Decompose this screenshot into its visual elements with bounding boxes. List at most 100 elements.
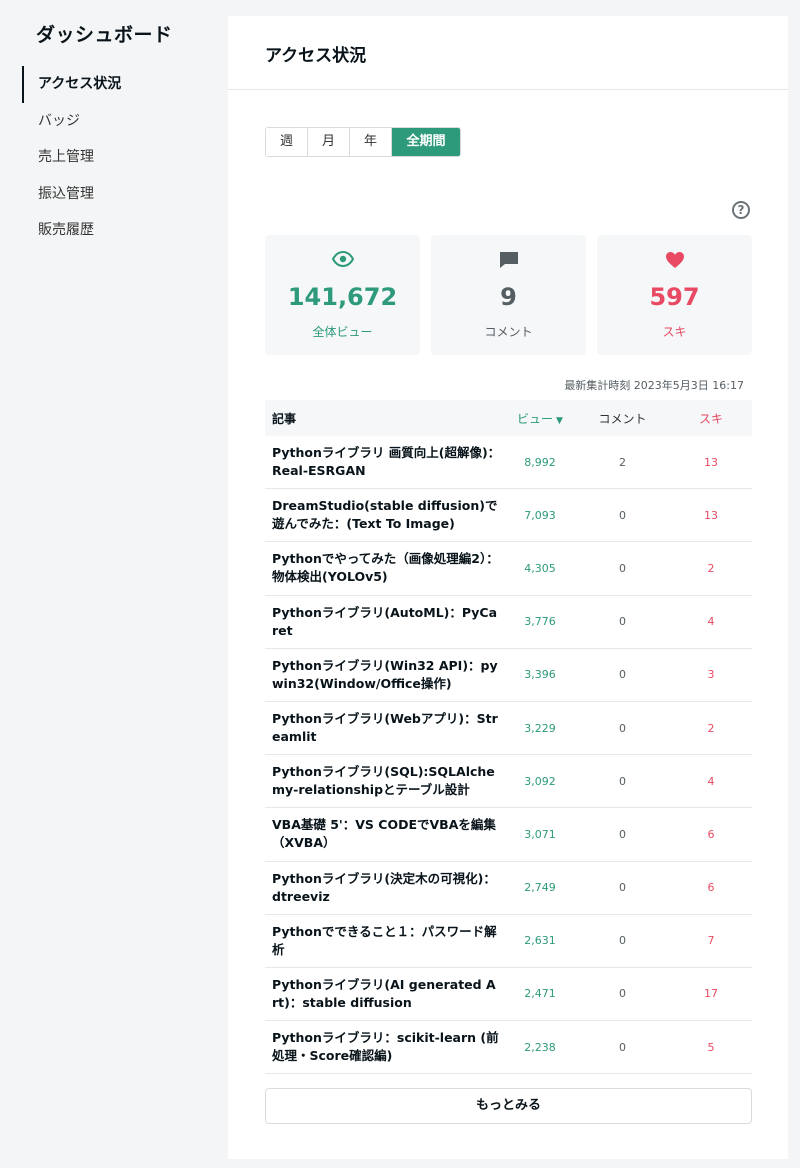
table-row[interactable]: Pythonライブラリ(SQL):SQLAlchemy-relationship… [265,755,752,809]
help-icon[interactable]: ? [732,201,750,219]
heart-icon [597,251,752,271]
row-views: 3,071 [524,827,556,841]
header-likes[interactable]: スキ [670,410,752,427]
row-comments: 0 [619,827,626,841]
row-views: 2,631 [524,934,556,948]
views-total: 141,672 [287,283,398,311]
table-row[interactable]: Pythonでできること１：パスワード解析 2,631 0 7 [265,915,752,968]
article-title[interactable]: Pythonでできること１：パスワード解析 [265,923,505,959]
row-comments: 0 [619,561,626,575]
table-row[interactable]: VBA基礎 5'：VS CODEでVBAを編集（XVBA） 3,071 0 6 [265,808,752,862]
article-title[interactable]: Pythonライブラリ(AutoML)：PyCaret [265,604,505,640]
row-comments: 0 [619,668,626,682]
row-views: 3,229 [524,721,556,735]
row-views: 3,092 [524,774,556,788]
row-comments: 0 [619,615,626,629]
articles-table: 記事 ビュー ▼ コメント スキ Pythonライブラリ 画質向上(超解像)：Re… [265,400,752,1075]
period-tabs: 週 月 年 全期間 [265,127,461,157]
article-title[interactable]: Pythonライブラリ(Win32 API)：pywin32(Window/Of… [265,657,505,693]
row-comments: 0 [619,1040,626,1054]
comment-icon [431,251,586,271]
row-likes: 4 [707,615,715,629]
comments-card: 9 コメント [431,235,586,355]
row-comments: 0 [619,881,626,895]
row-views: 2,238 [524,1040,556,1054]
sidebar-item-access[interactable]: アクセス状況 [22,66,212,103]
article-title[interactable]: Pythonライブラリ：scikit-learn (前処理・Score確認編) [265,1029,505,1065]
sidebar-item-transfers[interactable]: 振込管理 [22,176,212,213]
row-views: 3,396 [524,668,556,682]
last-updated: 最新集計時刻 2023年5月3日 16:17 [564,379,744,392]
row-likes: 6 [707,881,715,895]
article-title[interactable]: Pythonでやってみた（画像処理編2）：物体検出(YOLOv5) [265,550,505,586]
row-likes: 17 [704,987,718,1001]
table-row[interactable]: Pythonライブラリ 画質向上(超解像)：Real-ESRGAN 8,992 2 1… [265,436,752,490]
views-label: 全体ビュー [312,325,373,339]
article-title[interactable]: Pythonライブラリ 画質向上(超解像)：Real-ESRGAN [265,444,505,480]
header-views[interactable]: ビュー ▼ [505,410,575,427]
tab-week[interactable]: 週 [266,128,308,156]
article-title[interactable]: DreamStudio(stable diffusion)で遊んでみた：(Tex… [265,497,505,533]
row-likes: 7 [707,934,715,948]
header-comments[interactable]: コメント [575,410,670,427]
article-title[interactable]: VBA基礎 5'：VS CODEでVBAを編集（XVBA） [265,816,505,852]
row-likes: 2 [707,721,715,735]
row-views: 2,471 [524,987,556,1001]
row-comments: 0 [619,774,626,788]
sort-down-icon: ▼ [556,415,563,426]
article-title[interactable]: Pythonライブラリ(SQL):SQLAlchemy-relationship… [265,763,505,799]
header-views-label: ビュー [517,411,554,426]
table-header: 記事 ビュー ▼ コメント スキ [265,400,752,436]
row-likes: 3 [707,668,715,682]
table-row[interactable]: Pythonライブラリ(Webアプリ)：Streamlit 3,229 0 2 [265,702,752,756]
row-likes: 5 [707,1040,715,1054]
header-article: 記事 [272,411,297,426]
row-views: 2,749 [524,881,556,895]
row-comments: 0 [619,987,626,1001]
more-button[interactable]: もっとみる [265,1088,752,1124]
table-row[interactable]: Pythonでやってみた（画像処理編2）：物体検出(YOLOv5) 4,305 0 2 [265,542,752,596]
row-likes: 2 [707,561,715,575]
sidebar-title: ダッシュボード [36,24,173,46]
article-title[interactable]: Pythonライブラリ(Webアプリ)：Streamlit [265,710,505,746]
row-views: 8,992 [524,455,556,469]
views-card: 141,672 全体ビュー [265,235,420,355]
main-panel: アクセス状況 週 月 年 全期間 ? 141,672 全体ビュー 9 コメント … [228,16,788,1159]
tab-year[interactable]: 年 [350,128,392,156]
likes-card: 597 スキ [597,235,752,355]
row-likes: 4 [707,774,715,788]
sidebar-item-badges[interactable]: バッジ [22,103,212,140]
eye-icon [265,251,420,271]
table-row[interactable]: Pythonライブラリ(決定木の可視化)：dtreeviz 2,749 0 6 [265,862,752,915]
sidebar-nav: アクセス状況 バッジ 売上管理 振込管理 販売履歴 [22,66,212,249]
row-comments: 0 [619,508,626,522]
page-title: アクセス状況 [265,46,367,66]
row-likes: 13 [704,508,718,522]
tab-month[interactable]: 月 [308,128,350,156]
sidebar: ダッシュボード アクセス状況 バッジ 売上管理 振込管理 販売履歴 [0,0,228,1168]
row-comments: 0 [619,721,626,735]
table-row[interactable]: Pythonライブラリ(AutoML)：PyCaret 3,776 0 4 [265,596,752,649]
row-comments: 2 [619,455,626,469]
row-views: 3,776 [524,615,556,629]
table-row[interactable]: DreamStudio(stable diffusion)で遊んでみた：(Tex… [265,489,752,543]
row-comments: 0 [619,934,626,948]
article-title[interactable]: Pythonライブラリ(AI generated Art)：stable dif… [265,976,505,1012]
likes-label: スキ [662,325,687,339]
stats-cards: 141,672 全体ビュー 9 コメント 597 スキ [265,235,752,355]
table-body: Pythonライブラリ 画質向上(超解像)：Real-ESRGAN 8,992 2 1… [265,436,752,1075]
row-likes: 6 [707,827,715,841]
article-title[interactable]: Pythonライブラリ(決定木の可視化)：dtreeviz [265,870,505,906]
comments-label: コメント [484,325,533,339]
table-row[interactable]: Pythonライブラリ：scikit-learn (前処理・Score確認編) 2… [265,1021,752,1075]
sidebar-item-sales[interactable]: 売上管理 [22,139,212,176]
comments-total: 9 [500,283,517,311]
tab-all-time[interactable]: 全期間 [392,128,460,156]
table-row[interactable]: Pythonライブラリ(Win32 API)：pywin32(Window/Of… [265,649,752,702]
sidebar-item-history[interactable]: 販売履歴 [22,212,212,249]
row-views: 4,305 [524,561,556,575]
row-likes: 13 [704,455,718,469]
title-divider [228,89,788,90]
likes-total: 597 [649,283,700,311]
table-row[interactable]: Pythonライブラリ(AI generated Art)：stable dif… [265,968,752,1022]
